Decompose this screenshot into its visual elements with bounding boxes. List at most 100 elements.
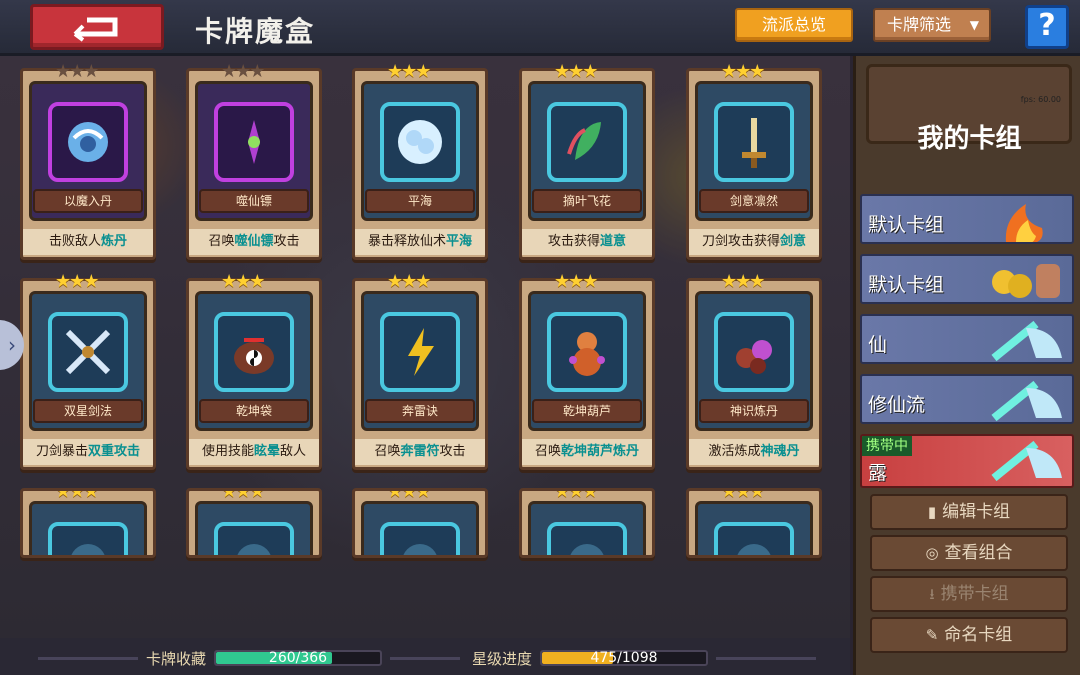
deck-label: 默认卡组 — [868, 214, 945, 236]
desc-text: 攻击获得 — [547, 234, 600, 249]
card-filter-dropdown[interactable]: 卡牌筛选 ▼ — [873, 8, 991, 42]
card-frame — [528, 501, 646, 555]
star-rating: ★★★ — [55, 488, 99, 502]
desc-text: 激活炼成 — [708, 444, 761, 459]
fps-counter: fps: 60.00 — [1020, 95, 1061, 104]
desc-keyword: 奔雷符 — [400, 444, 440, 459]
desc-keyword: 眩晕 — [253, 444, 280, 459]
gourd-icon — [547, 312, 627, 392]
card-name: 乾坤袋 — [199, 399, 309, 423]
wave-icon — [380, 102, 460, 182]
desc-text: 攻击 — [439, 444, 466, 459]
desc-keyword: 平海 — [446, 234, 473, 249]
unknown-icon — [380, 522, 460, 555]
card[interactable]: ★★★ — [686, 488, 822, 558]
collection-value: 260/366 — [268, 650, 328, 666]
desc-keyword: 炼丹 — [101, 234, 128, 249]
star-rating: ★★★ — [554, 61, 598, 82]
sphere-icon — [48, 102, 128, 182]
deck-item[interactable]: 仙 — [860, 314, 1074, 364]
card[interactable]: ★★★ 乾坤葫芦 召唤乾坤葫芦炼丹 — [519, 271, 655, 470]
overview-button[interactable]: 流派总览 — [735, 8, 853, 42]
card-description: 召唤噬仙镖攻击 — [189, 229, 319, 255]
star-rating: ★★★ — [55, 61, 99, 82]
help-button[interactable]: ? — [1025, 5, 1069, 49]
card[interactable]: ★★★ 剑意凛然 刀剑攻击获得剑意 — [686, 61, 822, 260]
copy-icon: ▮ — [927, 503, 937, 521]
bag-icon — [214, 312, 294, 392]
carried-badge: 携带中 — [862, 436, 912, 456]
deck-title: 我的卡组 — [917, 124, 1022, 154]
desc-keyword: 乾坤葫芦炼丹 — [561, 444, 640, 459]
sword-icon — [714, 102, 794, 182]
card[interactable]: ★★★ 奔雷诀 召唤奔雷符攻击 — [352, 271, 488, 470]
card[interactable]: ★★★ 神识炼丹 激活炼成神魂丹 — [686, 271, 822, 470]
deck-item[interactable]: 携带中露 — [860, 434, 1074, 488]
unknown-icon — [48, 522, 128, 555]
desc-keyword: 道意 — [600, 234, 627, 249]
card-description: 召唤乾坤葫芦炼丹 — [522, 439, 652, 465]
action-button[interactable]: ◎ 查看组合 — [870, 535, 1068, 571]
star-rating: ★★★ — [221, 271, 265, 292]
card-frame — [695, 501, 813, 555]
card-name: 平海 — [365, 189, 475, 213]
coins-icon — [986, 258, 1066, 302]
desc-text: 刀剑暴击 — [35, 444, 88, 459]
card[interactable]: ★★★ 噬仙镖 召唤噬仙镖攻击 — [186, 61, 322, 260]
card-description: 刀剑暴击双重攻击 — [23, 439, 153, 465]
desc-text: 暴击释放仙术 — [367, 234, 446, 249]
card[interactable]: ★★★ 摘叶飞花 攻击获得道意 — [519, 61, 655, 260]
deck-item[interactable]: 修仙流 — [860, 374, 1074, 424]
card-frame — [195, 501, 313, 555]
deck-item[interactable]: 默认卡组 — [860, 194, 1074, 244]
action-label: 编辑卡组 — [942, 502, 1011, 522]
card[interactable]: ★★★ 乾坤袋使用技能眩晕敌人 — [186, 271, 322, 470]
star-rating: ★★★ — [554, 271, 598, 292]
action-button[interactable]: ✎ 命名卡组 — [870, 617, 1068, 653]
pills-icon — [714, 312, 794, 392]
star-rating: ★★★ — [721, 271, 765, 292]
back-arrow-icon — [73, 17, 118, 42]
star-rating: ★★★ — [721, 61, 765, 82]
back-button[interactable] — [30, 4, 164, 50]
deck-panel: fps: 60.00 我的卡组 默认卡组 默认卡组仙修仙流 携带中露 ▮ 编辑卡组 ◎ 查看… — [853, 56, 1080, 675]
star-progress: 475/1098 — [540, 650, 708, 666]
card-description: 使用技能眩晕敌人 — [189, 439, 319, 465]
card-name: 奔雷诀 — [365, 399, 475, 423]
page-title: 卡牌魔盒 — [195, 15, 316, 48]
divider — [716, 657, 816, 660]
desc-text: 攻击 — [273, 234, 300, 249]
deck-item[interactable]: 默认卡组 — [860, 254, 1074, 304]
card[interactable]: ★★★ 双星剑法 刀剑暴击双重攻击 — [20, 271, 156, 470]
card-description: 暴击释放仙术平海 — [355, 229, 485, 255]
sword-wing-icon — [986, 378, 1066, 422]
chevron-down-icon: ▼ — [969, 18, 979, 32]
deck-label: 默认卡组 — [868, 274, 945, 296]
card-description: 攻击获得道意 — [522, 229, 652, 255]
action-button[interactable]: ▮ 编辑卡组 — [870, 494, 1068, 530]
collection-label: 卡牌收藏 — [146, 650, 207, 668]
crossed-swords-icon — [48, 312, 128, 392]
action-button[interactable]: ⭳ 携带卡组 — [870, 576, 1068, 612]
pencil-icon: ✎ — [925, 626, 939, 644]
star-rating: ★★★ — [387, 61, 431, 82]
card-description: 刀剑攻击获得剑意 — [689, 229, 819, 255]
card[interactable]: ★★★ — [20, 488, 156, 558]
eye-icon: ◎ — [925, 544, 939, 562]
card-description: 激活炼成神魂丹 — [689, 439, 819, 465]
card[interactable]: ★★★ 平海 暴击释放仙术平海 — [352, 61, 488, 260]
star-value: 475/1098 — [590, 650, 658, 666]
card[interactable]: ★★★ — [186, 488, 322, 558]
desc-keyword: 噬仙镖 — [234, 234, 274, 249]
action-label: 命名卡组 — [944, 625, 1013, 645]
card[interactable]: ★★★ 以魔入丹 击败敌人炼丹 — [20, 61, 156, 260]
sword-wing-icon — [986, 438, 1066, 482]
star-progress-label: 星级进度 — [472, 650, 533, 668]
action-label: 查看组合 — [944, 543, 1013, 563]
card[interactable]: ★★★ — [352, 488, 488, 558]
sword-wing-icon — [986, 318, 1066, 362]
card[interactable]: ★★★ — [519, 488, 655, 558]
progress-bar-area: 卡牌收藏 260/366 星级进度 475/1098 — [0, 638, 850, 675]
desc-keyword: 神魂丹 — [760, 444, 800, 459]
dart-icon — [214, 102, 294, 182]
